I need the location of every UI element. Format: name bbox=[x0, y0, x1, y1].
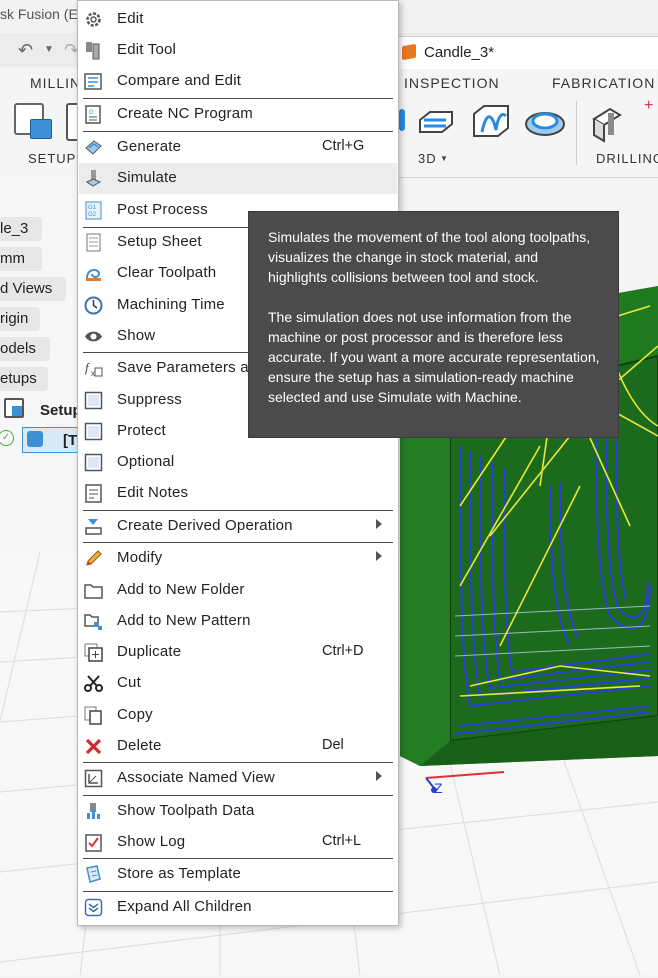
compare-icon bbox=[84, 72, 103, 91]
menu-item-expand-all-children[interactable]: Expand All Children bbox=[79, 892, 397, 923]
menu-item-edit[interactable]: Edit bbox=[79, 4, 397, 35]
menu-item-store-as-template[interactable]: Store as Template bbox=[79, 859, 397, 890]
menu-item-compare-and-edit[interactable]: Compare and Edit bbox=[79, 66, 397, 97]
pattern-icon bbox=[84, 612, 103, 631]
check-icon: ✓ bbox=[0, 430, 14, 446]
clock-icon bbox=[84, 296, 103, 315]
menu-item-add-to-new-pattern[interactable]: Add to New Pattern bbox=[79, 606, 397, 637]
component-cube-icon bbox=[402, 43, 416, 61]
browser-setup-label[interactable]: Setup bbox=[40, 402, 82, 419]
menu-item-generate[interactable]: Generate Ctrl+G bbox=[79, 132, 397, 163]
browser-toolpath-label: [T bbox=[63, 432, 78, 449]
checkbox-icon bbox=[84, 391, 103, 410]
menu-item-cut[interactable]: Cut bbox=[79, 668, 397, 699]
setup-sheet-icon bbox=[84, 233, 103, 252]
nc-program-icon: G bbox=[84, 105, 103, 124]
simulate-tooltip: Simulates the movement of the tool along… bbox=[248, 211, 619, 438]
generate-icon bbox=[84, 138, 103, 157]
chevron-down-icon[interactable]: ▼ bbox=[440, 154, 448, 163]
document-tab[interactable]: Candle_3* bbox=[393, 36, 658, 70]
tab-fabrication[interactable]: FABRICATION bbox=[552, 75, 655, 91]
derived-icon bbox=[84, 517, 103, 536]
pocket-3d-icon[interactable] bbox=[416, 102, 456, 140]
scallop-3d-icon[interactable] bbox=[524, 104, 566, 138]
menu-item-add-to-new-folder[interactable]: Add to New Folder bbox=[79, 575, 397, 606]
browser-item[interactable]: odels bbox=[0, 337, 50, 361]
post-process-icon: G1 G2 bbox=[84, 201, 103, 220]
submenu-arrow-icon bbox=[376, 771, 382, 781]
setup-cube-icon bbox=[30, 119, 52, 139]
toolpath-data-icon bbox=[84, 802, 103, 821]
svg-text:G: G bbox=[89, 110, 94, 116]
browser-item[interactable]: etups bbox=[0, 367, 48, 391]
duplicate-icon bbox=[84, 643, 103, 662]
checkbox-icon bbox=[84, 453, 103, 472]
tooltip-paragraph-2: The simulation does not use information … bbox=[268, 309, 600, 405]
menu-item-edit-notes[interactable]: Edit Notes bbox=[79, 478, 397, 509]
submenu-arrow-icon bbox=[376, 519, 382, 529]
group-drilling[interactable]: DRILLING bbox=[596, 151, 658, 166]
contour-3d-icon[interactable] bbox=[470, 102, 512, 140]
tooltip-paragraph-1: Simulates the movement of the tool along… bbox=[268, 229, 591, 285]
function-icon: fx bbox=[84, 359, 103, 378]
tool-icon bbox=[84, 41, 103, 60]
menu-item-duplicate[interactable]: Duplicate Ctrl+D bbox=[79, 637, 397, 668]
svg-text:G2: G2 bbox=[88, 212, 97, 218]
tab-inspection[interactable]: INSPECTION bbox=[404, 75, 500, 91]
browser-item[interactable]: mm bbox=[0, 247, 42, 271]
menu-item-associate-named-view[interactable]: Associate Named View bbox=[79, 763, 397, 794]
group-setup[interactable]: SETUP bbox=[28, 151, 76, 166]
template-icon bbox=[84, 865, 103, 884]
ribbon-divider bbox=[576, 101, 577, 165]
svg-text:G1: G1 bbox=[88, 205, 97, 211]
submenu-arrow-icon bbox=[376, 551, 382, 561]
expand-icon bbox=[84, 898, 103, 917]
browser-item[interactable]: le_3 bbox=[0, 217, 42, 241]
svg-text:x: x bbox=[91, 369, 95, 378]
menu-item-edit-tool[interactable]: Edit Tool bbox=[79, 35, 397, 66]
browser-panel: le_3 mm d Views rigin odels etups Setup … bbox=[0, 177, 82, 552]
add-icon[interactable]: + bbox=[644, 97, 653, 115]
menu-item-show-log[interactable]: Show Log Ctrl+L bbox=[79, 827, 397, 858]
checkbox-icon bbox=[84, 422, 103, 441]
group-3d[interactable]: 3D bbox=[418, 151, 437, 166]
menu-item-create-nc-program[interactable]: G Create NC Program bbox=[79, 99, 397, 130]
toolpath-node-icon bbox=[27, 431, 43, 447]
toolpath-node[interactable]: [T bbox=[22, 427, 80, 453]
scissors-icon bbox=[84, 674, 103, 693]
gear-icon bbox=[84, 10, 103, 29]
menu-item-simulate[interactable]: Simulate bbox=[79, 163, 397, 194]
menu-item-copy[interactable]: Copy bbox=[79, 700, 397, 731]
document-tab-name: Candle_3* bbox=[424, 44, 495, 61]
axis-z-label: Z bbox=[434, 780, 443, 796]
simulate-icon bbox=[84, 169, 103, 188]
context-menu: Edit Edit Tool Compare and Edit G Create… bbox=[77, 0, 399, 926]
pencil-icon bbox=[84, 549, 103, 568]
menu-item-optional[interactable]: Optional bbox=[79, 447, 397, 478]
axis-triad bbox=[414, 760, 514, 800]
app-title: sk Fusion (E bbox=[0, 6, 78, 22]
tab-milling[interactable]: MILLIN bbox=[30, 75, 81, 91]
clear-toolpath-icon bbox=[84, 264, 103, 283]
menu-item-show-toolpath-data[interactable]: Show Toolpath Data bbox=[79, 796, 397, 827]
folder-icon bbox=[84, 581, 103, 600]
drill-icon[interactable] bbox=[590, 103, 624, 143]
copy-icon bbox=[84, 706, 103, 725]
undo-icon[interactable]: ↶ bbox=[18, 40, 33, 61]
ribbon-partial-icon[interactable] bbox=[399, 109, 405, 131]
menu-item-modify[interactable]: Modify bbox=[79, 543, 397, 574]
notes-icon bbox=[84, 484, 103, 503]
browser-item[interactable]: d Views bbox=[0, 277, 66, 301]
chevron-down-icon[interactable]: ▼ bbox=[44, 44, 54, 55]
eye-icon bbox=[84, 327, 103, 346]
named-view-icon bbox=[84, 769, 103, 788]
delete-icon bbox=[84, 737, 103, 756]
setup-node-cube-icon bbox=[12, 406, 22, 416]
browser-item[interactable]: rigin bbox=[0, 307, 40, 331]
log-icon bbox=[84, 833, 103, 852]
menu-item-delete[interactable]: Delete Del bbox=[79, 731, 397, 762]
menu-item-create-derived-operation[interactable]: Create Derived Operation bbox=[79, 511, 397, 542]
